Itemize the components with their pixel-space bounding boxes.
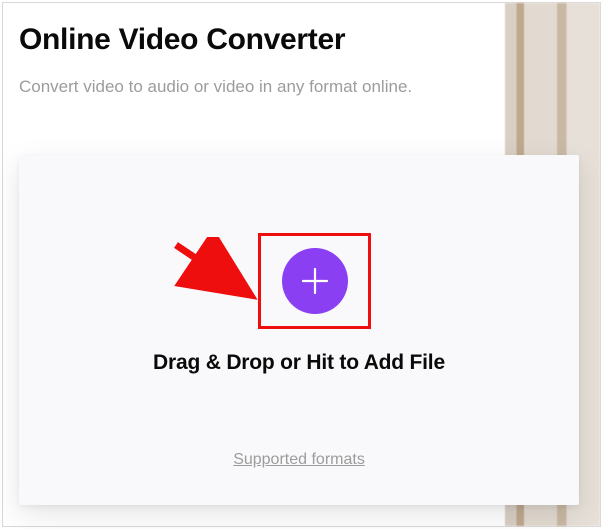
annotation-highlight-box [258, 233, 371, 329]
page-header: Online Video Converter Convert video to … [19, 3, 499, 97]
supported-formats-link[interactable]: Supported formats [233, 451, 365, 468]
upload-card[interactable]: Drag & Drop or Hit to Add File Supported… [19, 155, 579, 505]
dropzone-instruction: Drag & Drop or Hit to Add File [19, 351, 579, 375]
add-file-button[interactable] [282, 248, 348, 314]
page-subtitle: Convert video to audio or video in any f… [19, 77, 499, 97]
page-title: Online Video Converter [19, 23, 499, 57]
annotation-arrow-icon [170, 237, 265, 307]
supported-formats-wrap: Supported formats [19, 451, 579, 469]
app-frame: Online Video Converter Convert video to … [2, 2, 601, 527]
plus-icon [298, 264, 332, 298]
